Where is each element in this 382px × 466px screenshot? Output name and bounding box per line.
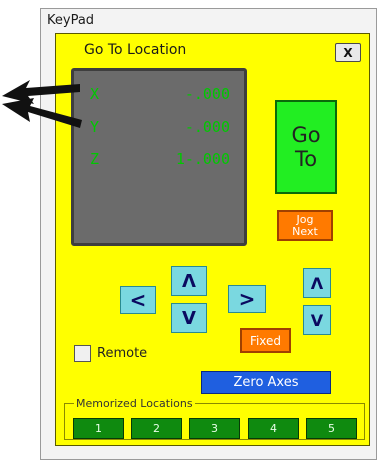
y-axis-value: -.000 [184, 118, 230, 136]
move-right-button[interactable]: > [228, 285, 266, 313]
go-to-label-line2: To [294, 147, 318, 171]
memorized-location-5[interactable]: 5 [306, 418, 357, 439]
memorized-locations-title: Memorized Locations [74, 397, 195, 410]
go-to-button[interactable]: Go To [275, 100, 337, 194]
panel-title: Go To Location [84, 42, 187, 58]
coordinate-display: X -.000 Y -.000 Z 1-.000 [71, 68, 247, 246]
remote-checkbox[interactable] [74, 345, 91, 362]
z-down-button[interactable]: V [303, 305, 331, 335]
z-axis-value: 1-.000 [175, 150, 230, 168]
memorized-location-3[interactable]: 3 [189, 418, 240, 439]
x-axis-label: X [90, 85, 100, 103]
jog-next-button[interactable]: Jog Next [277, 210, 333, 241]
remote-label: Remote [97, 346, 148, 361]
jog-label-line2: Next [292, 224, 318, 238]
z-up-button[interactable]: Λ [303, 268, 331, 298]
zero-axes-button[interactable]: Zero Axes [201, 371, 331, 394]
jog-label-line1: Jog [296, 212, 314, 226]
fixed-button[interactable]: Fixed [240, 328, 291, 353]
close-button[interactable]: X [335, 43, 361, 62]
move-down-button[interactable]: V [171, 303, 207, 333]
z-axis-label: Z [90, 150, 100, 168]
window-title: KeyPad [47, 13, 95, 28]
memorized-location-1[interactable]: 1 [73, 418, 124, 439]
move-left-button[interactable]: < [120, 286, 156, 314]
move-up-button[interactable]: Λ [171, 266, 207, 296]
annotation-arrows-icon [2, 80, 82, 128]
x-axis-value: -.000 [184, 85, 230, 103]
y-axis-label: Y [90, 118, 100, 136]
memorized-location-2[interactable]: 2 [131, 418, 182, 439]
remote-toggle[interactable]: Remote [74, 345, 147, 362]
memorized-location-4[interactable]: 4 [248, 418, 299, 439]
go-to-label-line1: Go [291, 123, 321, 147]
